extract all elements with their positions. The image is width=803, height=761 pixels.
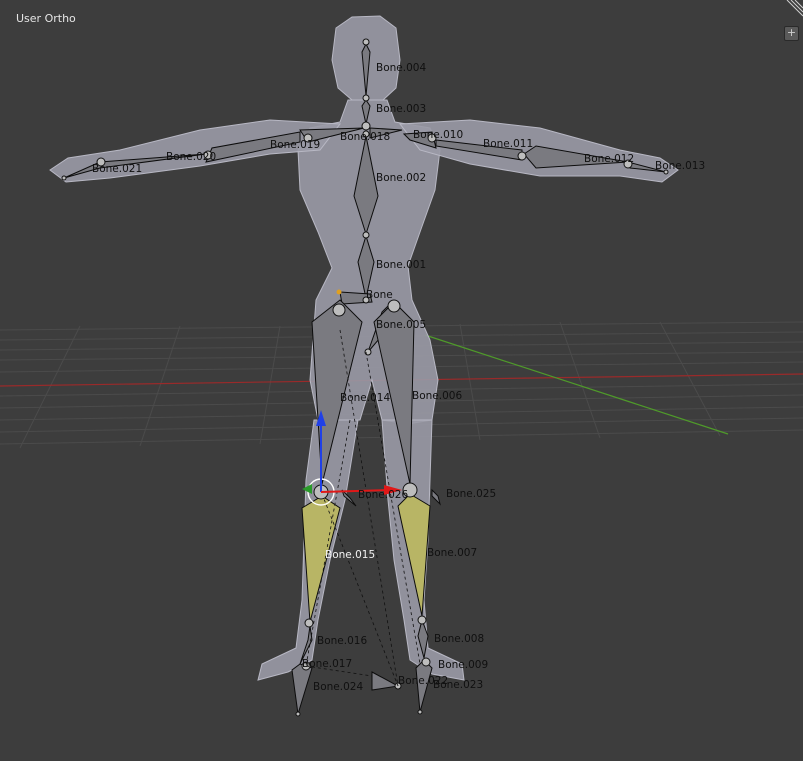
viewport-title: User Ortho xyxy=(16,12,76,25)
label-bone-001: Bone.001 xyxy=(376,259,426,271)
label-bone-002: Bone.002 xyxy=(376,172,426,184)
label-bone-015: Bone.015 xyxy=(325,549,375,561)
bone-022[interactable] xyxy=(371,671,400,691)
label-bone-020: Bone.020 xyxy=(166,151,216,163)
label-bone-012: Bone.012 xyxy=(584,153,634,165)
label-bone-021: Bone.021 xyxy=(92,163,142,175)
label-bone-026: Bone.026 xyxy=(358,489,408,501)
label-bone-017: Bone.017 xyxy=(302,658,352,670)
label-bone-014: Bone.014 xyxy=(340,392,390,404)
label-bone-007: Bone.007 xyxy=(427,547,477,559)
label-bone-010: Bone.010 xyxy=(413,129,463,141)
scene[interactable]: Bone.004 Bone.003 Bone.018 Bone.010 Bone… xyxy=(0,0,803,761)
label-bone: Bone xyxy=(366,289,393,301)
label-bone-009: Bone.009 xyxy=(438,659,488,671)
label-bone-011: Bone.011 xyxy=(483,138,533,150)
label-bone-016: Bone.016 xyxy=(317,635,367,647)
bone-025[interactable] xyxy=(431,488,441,506)
label-bone-019: Bone.019 xyxy=(270,139,320,151)
viewport-split-handle[interactable] xyxy=(781,0,803,18)
label-bone-005: Bone.005 xyxy=(376,319,426,331)
label-bone-004: Bone.004 xyxy=(376,62,426,74)
label-bone-023: Bone.023 xyxy=(433,679,483,691)
bone-017[interactable] xyxy=(291,663,313,715)
label-bone-006: Bone.006 xyxy=(412,390,462,402)
label-bone-003: Bone.003 xyxy=(376,103,426,115)
properties-toggle-button[interactable]: + xyxy=(784,26,799,41)
label-bone-018: Bone.018 xyxy=(340,131,390,143)
3d-viewport[interactable]: Bone.004 Bone.003 Bone.018 Bone.010 Bone… xyxy=(0,0,803,761)
3d-cursor xyxy=(336,289,342,295)
label-bone-013: Bone.013 xyxy=(655,160,705,172)
label-bone-008: Bone.008 xyxy=(434,633,484,645)
label-bone-025: Bone.025 xyxy=(446,488,496,500)
label-bone-024: Bone.024 xyxy=(313,681,363,693)
